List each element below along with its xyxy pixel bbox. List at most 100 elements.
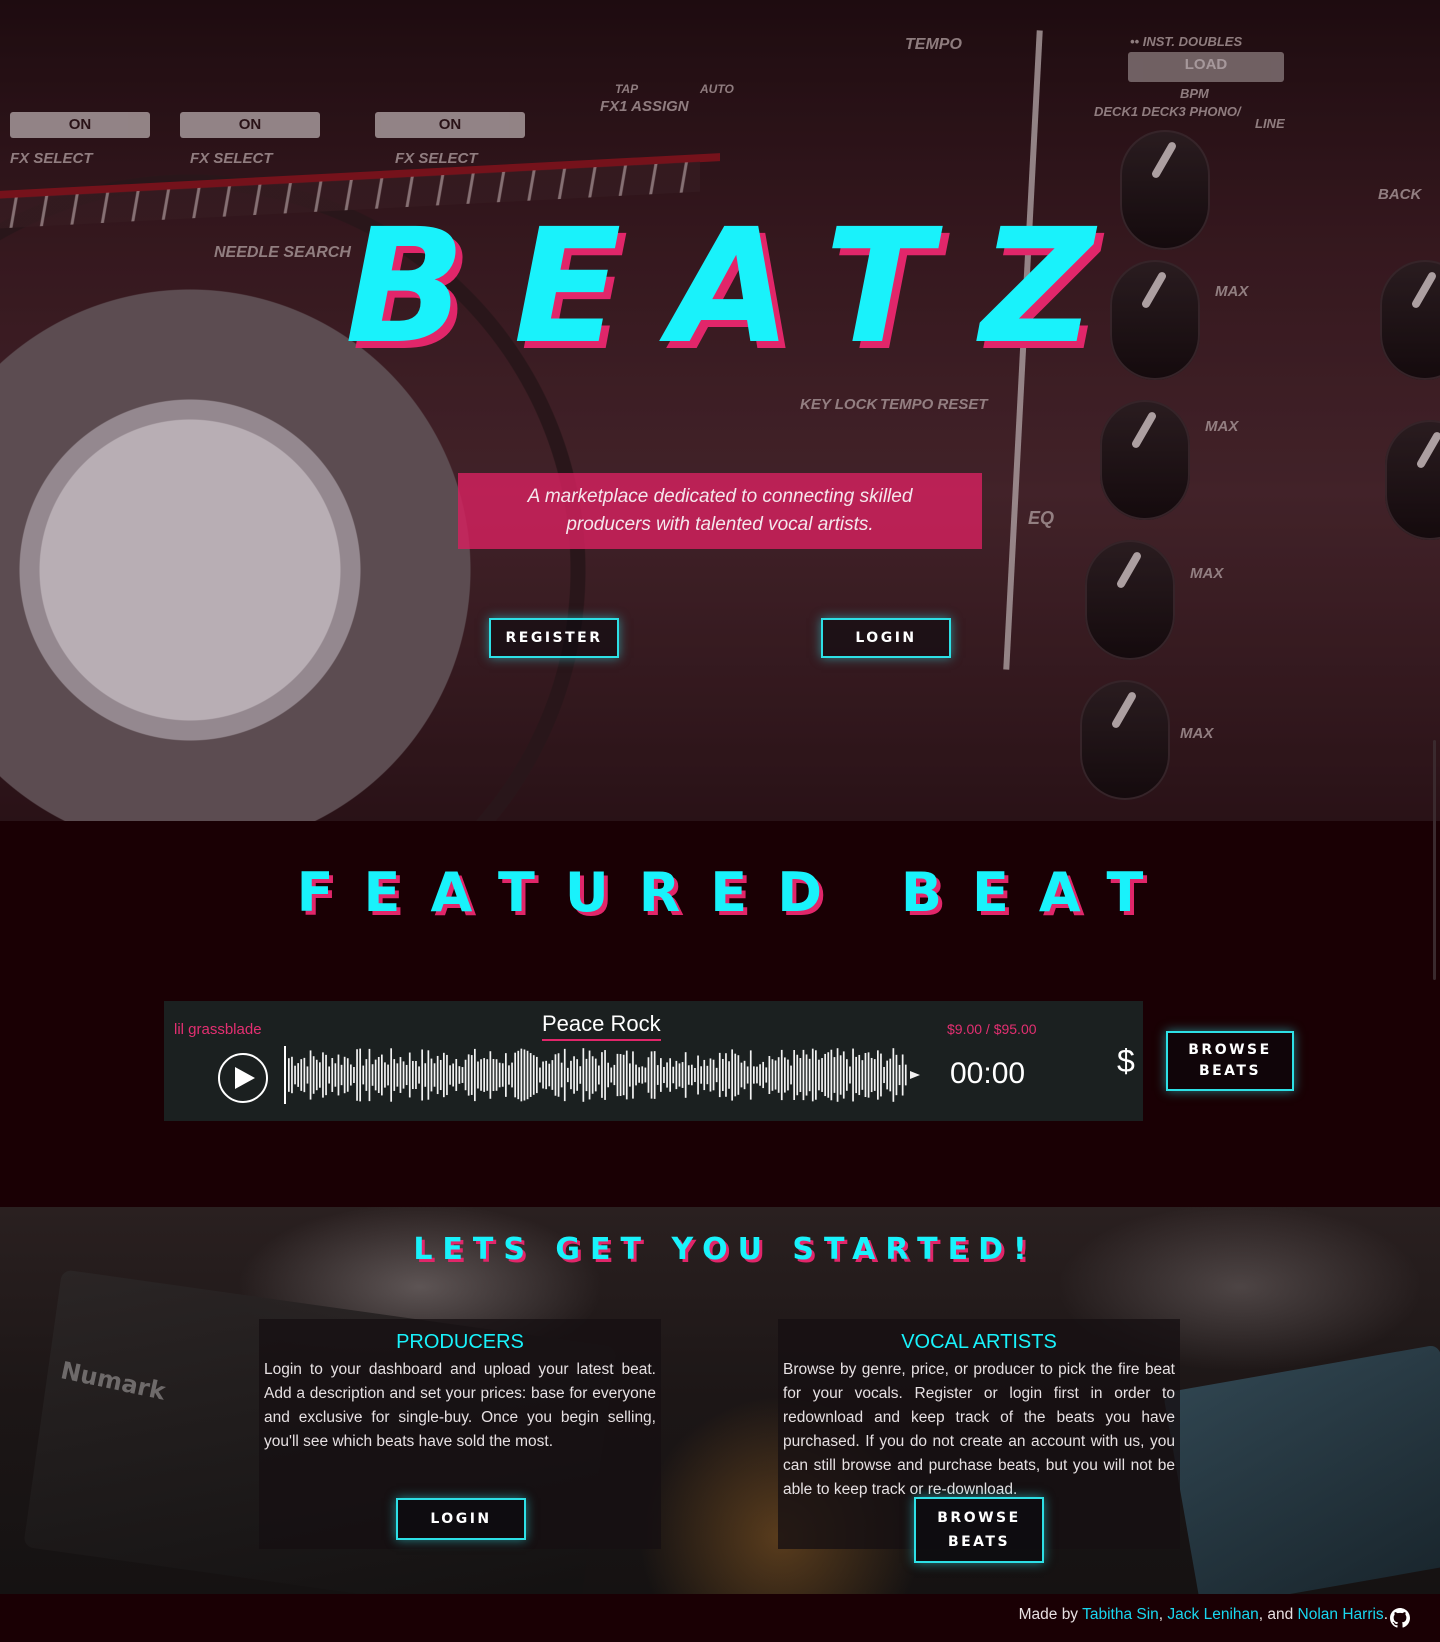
waveform-bar: [762, 1061, 765, 1089]
waveform-bar: [449, 1065, 451, 1085]
waveform-bar: [591, 1056, 594, 1094]
waveform-bar: [492, 1058, 495, 1092]
waveform-bar: [315, 1059, 318, 1091]
buy-dollar-icon[interactable]: $: [1117, 1043, 1135, 1080]
waveform-bar: [706, 1065, 709, 1085]
waveform-bar: [542, 1061, 544, 1089]
waveform-bar: [728, 1061, 730, 1089]
waveform-bar: [424, 1063, 427, 1087]
waveform-bar: [483, 1058, 486, 1092]
author-link-tabitha[interactable]: Tabitha Sin: [1082, 1606, 1159, 1623]
waveform-bar: [607, 1062, 610, 1088]
artists-browse-beats-button[interactable]: BROWSE BEATS: [914, 1497, 1044, 1563]
featured-beat-section: FEATURED BEAT lil grassblade Peace Rock …: [0, 821, 1440, 1207]
waveform-bar: [588, 1050, 591, 1100]
waveform-bar: [815, 1050, 817, 1100]
waveform-bar: [567, 1067, 569, 1083]
waveform-bar: [700, 1066, 703, 1084]
waveform-bar: [759, 1064, 761, 1086]
waveform-bar: [526, 1050, 529, 1100]
waveform-bar: [718, 1052, 721, 1098]
waveform-bar: [545, 1060, 548, 1090]
producers-login-button[interactable]: LOGIN: [396, 1498, 526, 1540]
waveform-bar: [402, 1061, 405, 1089]
waveform-bar: [836, 1048, 839, 1102]
credits-suffix: .: [1383, 1606, 1388, 1623]
waveform-bar: [557, 1053, 560, 1097]
waveform-bar: [725, 1053, 727, 1097]
waveform-bar: [312, 1056, 315, 1094]
register-button[interactable]: REGISTER: [489, 618, 619, 658]
waveform-bar: [889, 1058, 892, 1092]
play-icon: [235, 1067, 255, 1089]
waveform-bar: [740, 1062, 743, 1088]
waveform-bar: [722, 1058, 724, 1092]
waveform-end-marker: [910, 1071, 920, 1079]
waveform-bar: [622, 1054, 625, 1096]
waveform-bar: [576, 1059, 579, 1091]
featured-beat-heading: FEATURED BEAT: [296, 861, 1174, 924]
waveform-bar: [474, 1048, 476, 1102]
waveform-bar: [470, 1055, 473, 1095]
waveform-bar: [489, 1051, 492, 1099]
waveform-bar: [601, 1052, 603, 1098]
waveform-bar: [523, 1049, 526, 1101]
producers-description: Login to your dashboard and upload your …: [264, 1361, 656, 1450]
waveform-bar: [703, 1059, 706, 1091]
login-button[interactable]: LOGIN: [821, 618, 951, 658]
playhead-cursor: [284, 1046, 286, 1104]
waveform-bar: [529, 1053, 532, 1097]
waveform-bar: [532, 1055, 535, 1095]
waveform-bar: [452, 1063, 455, 1087]
waveform-bar: [464, 1059, 467, 1091]
github-icon[interactable]: [1390, 1608, 1410, 1628]
waveform-bar: [818, 1059, 820, 1091]
author-link-nolan[interactable]: Nolan Harris: [1298, 1606, 1384, 1623]
waveform-bar: [480, 1059, 482, 1091]
producer-name-link[interactable]: lil grassblade: [174, 1021, 262, 1038]
track-price: $9.00 / $95.00: [947, 1021, 1037, 1037]
background-dj-controller: [1163, 1344, 1440, 1594]
waveform-bar: [619, 1054, 622, 1096]
waveform-bar: [610, 1067, 613, 1083]
waveform-bar: [477, 1061, 479, 1089]
waveform-bar: [430, 1058, 433, 1092]
playback-time: 00:00: [950, 1057, 1026, 1090]
waveform-bar: [768, 1055, 771, 1095]
waveform-bar: [362, 1065, 365, 1085]
waveform-bar: [412, 1060, 414, 1090]
author-link-jack[interactable]: Jack Lenihan: [1167, 1606, 1258, 1623]
waveform-bar: [746, 1066, 749, 1084]
waveform-bar: [644, 1067, 647, 1083]
waveform-bar: [861, 1060, 864, 1090]
waveform-scrubber[interactable]: [288, 1046, 928, 1104]
track-title[interactable]: Peace Rock: [542, 1011, 661, 1041]
waveform-bar: [390, 1048, 393, 1102]
browse-beats-button[interactable]: BROWSE BEATS: [1166, 1031, 1294, 1091]
waveform-bar: [337, 1054, 340, 1096]
waveform-bar: [303, 1057, 306, 1093]
waveform-bar: [306, 1066, 309, 1084]
waveform-bar: [288, 1058, 290, 1092]
waveform-bar: [684, 1052, 687, 1098]
waveform-bar: [830, 1049, 833, 1101]
play-button[interactable]: [218, 1053, 268, 1103]
waveform-bar: [842, 1051, 845, 1099]
waveform-bar: [387, 1064, 389, 1086]
waveform-bar: [777, 1057, 780, 1093]
waveform-bar: [551, 1060, 554, 1090]
waveform-bar: [291, 1056, 293, 1094]
waveform-bar: [346, 1058, 349, 1092]
waveform-bar: [687, 1065, 690, 1085]
waveform-bar: [808, 1058, 811, 1092]
footer-credits: Made by Tabitha Sin, Jack Lenihan, and N…: [1019, 1606, 1388, 1624]
waveform-bar: [384, 1062, 386, 1088]
waveform-bar: [539, 1067, 541, 1083]
waveform-bar: [560, 1062, 563, 1088]
waveform-bar: [880, 1053, 882, 1097]
waveform-bar: [585, 1058, 588, 1092]
waveform-bar: [771, 1059, 774, 1091]
hero-section: ON ON ON FX SELECT FX SELECT FX SELECT T…: [0, 0, 1440, 821]
scrollbar-track[interactable]: [1433, 740, 1436, 980]
waveform-bar: [756, 1066, 758, 1084]
